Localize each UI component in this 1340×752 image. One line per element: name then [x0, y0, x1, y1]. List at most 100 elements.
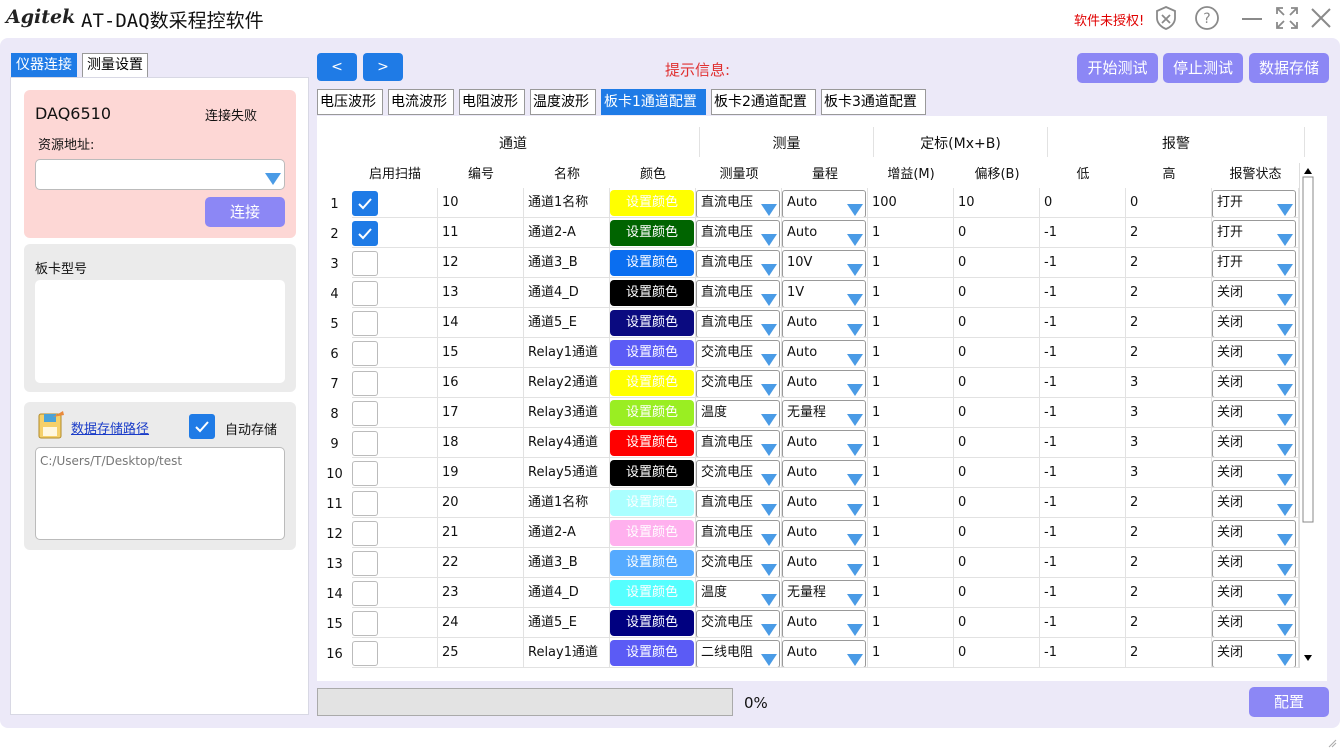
alarm-state-dropdown[interactable]: 关闭 — [1212, 580, 1296, 607]
channel-id-cell[interactable]: 16 — [438, 368, 524, 398]
high-cell[interactable]: 0 — [1126, 188, 1212, 218]
scan-checkbox[interactable] — [352, 431, 378, 456]
offset-cell[interactable]: 0 — [954, 638, 1040, 668]
channel-id-cell[interactable]: 15 — [438, 338, 524, 368]
low-cell[interactable]: -1 — [1040, 308, 1126, 338]
set-color-button[interactable]: 设置颜色 — [610, 460, 694, 486]
data-save-button[interactable]: 数据存储 — [1249, 53, 1329, 83]
scan-checkbox[interactable] — [352, 311, 378, 336]
range-dropdown[interactable]: 10V — [782, 250, 866, 277]
low-cell[interactable]: -1 — [1040, 398, 1126, 428]
gain-cell[interactable]: 1 — [868, 218, 954, 248]
offset-cell[interactable]: 0 — [954, 518, 1040, 548]
set-color-button[interactable]: 设置颜色 — [610, 370, 694, 396]
offset-cell[interactable]: 0 — [954, 458, 1040, 488]
low-cell[interactable]: -1 — [1040, 578, 1126, 608]
offset-cell[interactable]: 0 — [954, 608, 1040, 638]
alarm-state-dropdown[interactable]: 关闭 — [1212, 460, 1296, 487]
gain-cell[interactable]: 1 — [868, 548, 954, 578]
range-dropdown[interactable]: 无量程 — [782, 400, 866, 427]
scan-checkbox[interactable] — [352, 521, 378, 546]
set-color-button[interactable]: 设置颜色 — [610, 280, 694, 306]
gain-cell[interactable]: 100 — [868, 188, 954, 218]
channel-name-cell[interactable]: 通道4_D — [524, 578, 610, 608]
low-cell[interactable]: -1 — [1040, 218, 1126, 248]
range-dropdown[interactable]: Auto — [782, 460, 866, 487]
channel-name-cell[interactable]: Relay2通道 — [524, 368, 610, 398]
range-dropdown[interactable]: Auto — [782, 640, 866, 667]
offset-cell[interactable]: 0 — [954, 578, 1040, 608]
set-color-button[interactable]: 设置颜色 — [610, 610, 694, 636]
offset-cell[interactable]: 0 — [954, 428, 1040, 458]
tab-voltage-wave[interactable]: 电压波形 — [317, 89, 383, 115]
gain-cell[interactable]: 1 — [868, 518, 954, 548]
gain-cell[interactable]: 1 — [868, 488, 954, 518]
set-color-button[interactable]: 设置颜色 — [610, 400, 694, 426]
scan-checkbox[interactable] — [352, 371, 378, 396]
alarm-state-dropdown[interactable]: 关闭 — [1212, 430, 1296, 457]
tab-resistance-wave[interactable]: 电阻波形 — [459, 89, 525, 115]
measure-type-dropdown[interactable]: 温度 — [696, 400, 780, 427]
set-color-button[interactable]: 设置颜色 — [610, 430, 694, 456]
channel-id-cell[interactable]: 18 — [438, 428, 524, 458]
low-cell[interactable]: -1 — [1040, 368, 1126, 398]
set-color-button[interactable]: 设置颜色 — [610, 250, 694, 276]
low-cell[interactable]: -1 — [1040, 518, 1126, 548]
prev-button[interactable]: < — [317, 53, 357, 81]
offset-cell[interactable]: 0 — [954, 308, 1040, 338]
tab-board1-config[interactable]: 板卡1通道配置 — [601, 89, 706, 115]
shield-icon[interactable] — [1152, 4, 1180, 32]
scan-checkbox[interactable] — [352, 581, 378, 606]
channel-name-cell[interactable]: 通道2-A — [524, 218, 610, 248]
channel-name-cell[interactable]: Relay1通道 — [524, 338, 610, 368]
range-dropdown[interactable]: Auto — [782, 490, 866, 517]
measure-type-dropdown[interactable]: 直流电压 — [696, 280, 780, 307]
offset-cell[interactable]: 0 — [954, 248, 1040, 278]
storage-path-field[interactable]: C:/Users/T/Desktop/test — [35, 447, 285, 540]
auto-save-checkbox[interactable] — [189, 414, 215, 439]
low-cell[interactable]: -1 — [1040, 248, 1126, 278]
channel-name-cell[interactable]: 通道5_E — [524, 308, 610, 338]
channel-name-cell[interactable]: Relay4通道 — [524, 428, 610, 458]
scan-checkbox[interactable] — [352, 461, 378, 486]
channel-id-cell[interactable]: 12 — [438, 248, 524, 278]
low-cell[interactable]: -1 — [1040, 278, 1126, 308]
alarm-state-dropdown[interactable]: 关闭 — [1212, 610, 1296, 637]
high-cell[interactable]: 2 — [1126, 338, 1212, 368]
set-color-button[interactable]: 设置颜色 — [610, 640, 694, 666]
high-cell[interactable]: 2 — [1126, 518, 1212, 548]
range-dropdown[interactable]: 1V — [782, 280, 866, 307]
high-cell[interactable]: 2 — [1126, 248, 1212, 278]
measure-type-dropdown[interactable]: 直流电压 — [696, 220, 780, 247]
offset-cell[interactable]: 0 — [954, 488, 1040, 518]
alarm-state-dropdown[interactable]: 关闭 — [1212, 370, 1296, 397]
channel-name-cell[interactable]: 通道4_D — [524, 278, 610, 308]
channel-name-cell[interactable]: 通道3_B — [524, 248, 610, 278]
low-cell[interactable]: -1 — [1040, 608, 1126, 638]
alarm-state-dropdown[interactable]: 打开 — [1212, 220, 1296, 247]
set-color-button[interactable]: 设置颜色 — [610, 550, 694, 576]
measure-type-dropdown[interactable]: 交流电压 — [696, 340, 780, 367]
channel-name-cell[interactable]: 通道5_E — [524, 608, 610, 638]
scan-checkbox[interactable] — [352, 281, 378, 306]
range-dropdown[interactable]: Auto — [782, 310, 866, 337]
channel-name-cell[interactable]: Relay5通道 — [524, 458, 610, 488]
alarm-state-dropdown[interactable]: 打开 — [1212, 190, 1296, 217]
set-color-button[interactable]: 设置颜色 — [610, 340, 694, 366]
start-test-button[interactable]: 开始测试 — [1077, 53, 1158, 83]
tab-board3-config[interactable]: 板卡3通道配置 — [821, 89, 926, 115]
alarm-state-dropdown[interactable]: 打开 — [1212, 250, 1296, 277]
high-cell[interactable]: 2 — [1126, 638, 1212, 668]
channel-id-cell[interactable]: 22 — [438, 548, 524, 578]
range-dropdown[interactable]: Auto — [782, 370, 866, 397]
scan-checkbox[interactable] — [352, 641, 378, 666]
range-dropdown[interactable]: Auto — [782, 520, 866, 547]
alarm-state-dropdown[interactable]: 关闭 — [1212, 520, 1296, 547]
gain-cell[interactable]: 1 — [868, 398, 954, 428]
channel-name-cell[interactable]: 通道1名称 — [524, 188, 610, 218]
channel-id-cell[interactable]: 21 — [438, 518, 524, 548]
channel-id-cell[interactable]: 13 — [438, 278, 524, 308]
offset-cell[interactable]: 0 — [954, 548, 1040, 578]
measure-type-dropdown[interactable]: 温度 — [696, 580, 780, 607]
high-cell[interactable]: 2 — [1126, 278, 1212, 308]
